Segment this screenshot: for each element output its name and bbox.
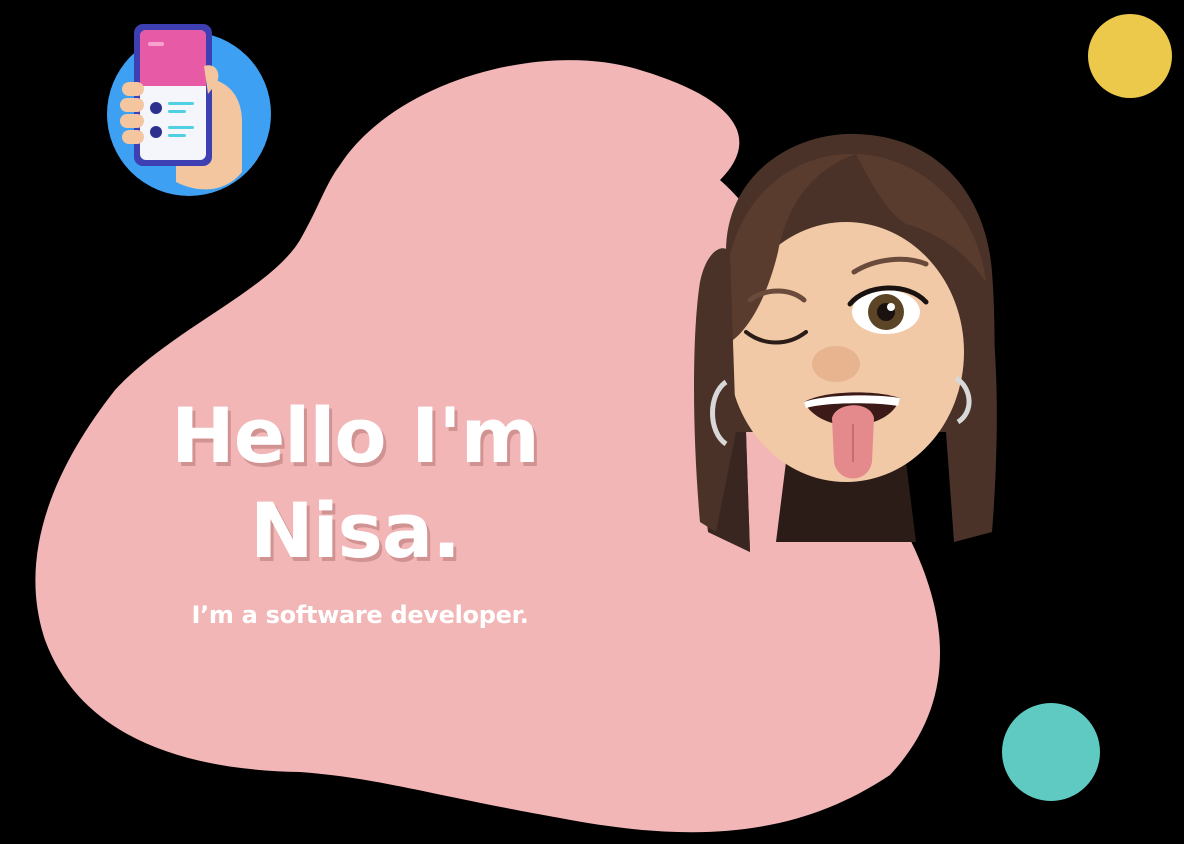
landing-page: Hello I'm Nisa. I’m a software developer… xyxy=(0,0,1184,844)
teal-dot xyxy=(1002,703,1100,801)
hero-subtitle: I’m a software developer. xyxy=(191,601,529,629)
hero-title-line1: Hello I'm xyxy=(171,391,540,480)
memoji-avatar xyxy=(694,133,997,553)
hero-title-line2: Nisa. xyxy=(249,486,461,575)
hero-title: Hello I'm Nisa. xyxy=(120,388,590,578)
phone-in-hand-icon xyxy=(107,24,271,196)
yellow-dot xyxy=(1088,14,1172,98)
